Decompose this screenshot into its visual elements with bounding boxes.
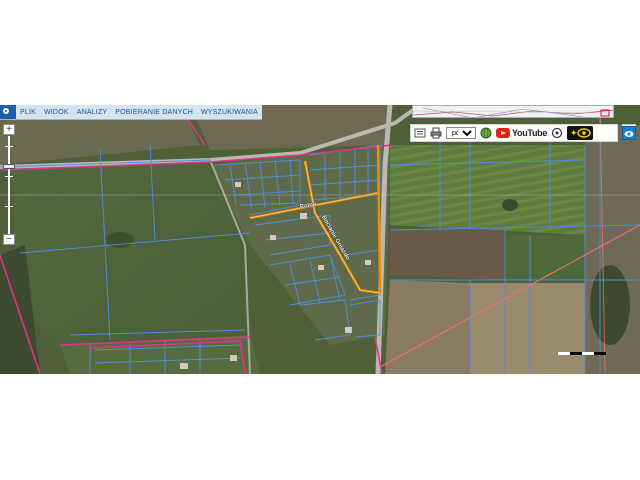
zoom-tick bbox=[5, 206, 13, 207]
visibility-toggle-button[interactable] bbox=[622, 126, 636, 140]
overview-minimap[interactable] bbox=[412, 105, 614, 118]
main-menu-bar: PLIK WIDOK ANALIZY POBIERANIE DANYCH WYS… bbox=[0, 105, 262, 120]
eye-icon bbox=[624, 131, 634, 137]
gear-icon[interactable] bbox=[551, 127, 563, 139]
menu-item-pobieranie-danych[interactable]: POBIERANIE DANYCH bbox=[111, 109, 197, 116]
youtube-link[interactable]: YouTube bbox=[496, 128, 547, 138]
youtube-icon bbox=[496, 128, 510, 138]
accessibility-eye-button[interactable]: ✦ bbox=[567, 126, 594, 140]
menu-item-widok[interactable]: WIDOK bbox=[40, 109, 73, 116]
printer-icon[interactable] bbox=[430, 127, 442, 139]
zoom-in-button[interactable]: + bbox=[3, 124, 15, 135]
globe-icon[interactable] bbox=[480, 127, 492, 139]
youtube-label: YouTube bbox=[512, 128, 548, 138]
menu-item-plik[interactable]: PLIK bbox=[16, 109, 40, 116]
minus-icon: − bbox=[6, 234, 12, 245]
language-select[interactable]: pol bbox=[446, 127, 476, 139]
geoportal-logo-icon[interactable] bbox=[0, 105, 16, 119]
eye-icon: ✦ bbox=[570, 128, 591, 139]
zoom-tick bbox=[5, 176, 13, 177]
zoom-tick bbox=[5, 146, 13, 147]
zoom-out-button[interactable]: − bbox=[3, 234, 15, 245]
zoom-slider-handle[interactable] bbox=[3, 163, 15, 169]
plus-icon: + bbox=[6, 124, 12, 135]
zoom-control: + − bbox=[3, 124, 15, 246]
svg-text:✦: ✦ bbox=[570, 129, 578, 139]
scale-bar bbox=[558, 352, 606, 356]
map-toolbar: pol YouTube ✦ bbox=[410, 124, 618, 142]
map-viewport[interactable]: Polna Bocianie Gniazdo bbox=[0, 105, 640, 374]
menu-item-wyszukiwania[interactable]: WYSZUKIWANIA bbox=[197, 109, 262, 116]
legend-icon[interactable] bbox=[414, 127, 426, 139]
orthophoto-map[interactable] bbox=[0, 105, 640, 374]
zoom-slider-track[interactable] bbox=[8, 136, 10, 234]
menu-item-analizy[interactable]: ANALIZY bbox=[73, 109, 112, 116]
